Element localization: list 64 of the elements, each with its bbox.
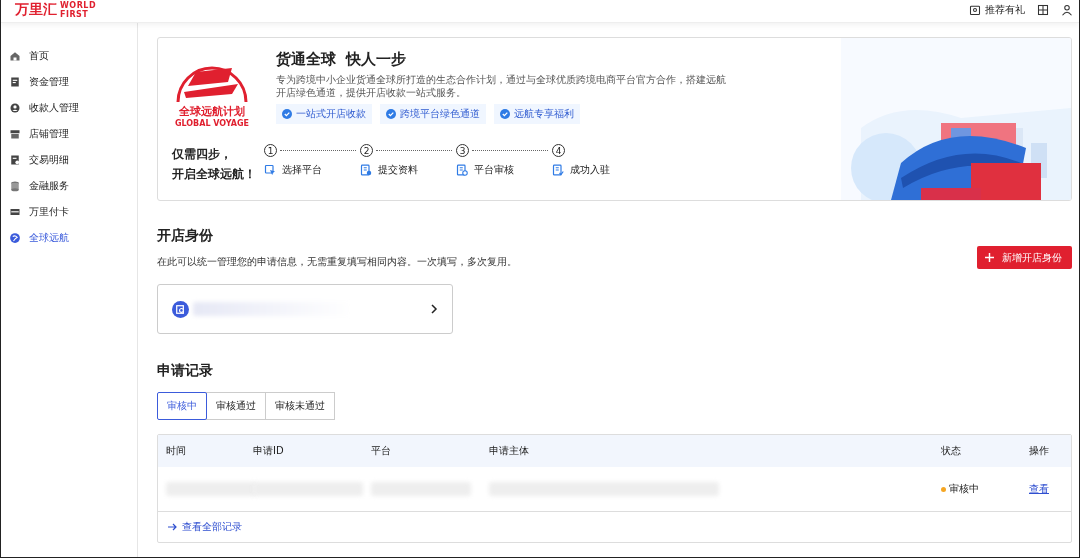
user-icon bbox=[1061, 4, 1073, 16]
step-label: 平台审核 bbox=[474, 163, 514, 177]
sidebar-item[interactable]: 收款人管理 bbox=[1, 95, 137, 121]
logo-subtitle: GLOBAL VOYAGE bbox=[173, 119, 251, 128]
user-icon bbox=[9, 102, 21, 114]
brand-subtitle: FIRST bbox=[60, 10, 90, 19]
check-icon bbox=[386, 109, 396, 119]
column-header: 状态 bbox=[941, 444, 962, 458]
sidebar-item[interactable]: 交易明细 bbox=[1, 147, 137, 173]
view-link[interactable]: 查看 bbox=[1029, 482, 1063, 496]
identity-card[interactable] bbox=[157, 284, 453, 334]
sidebar-item[interactable]: 万里付卡 bbox=[1, 199, 137, 225]
section-title: 开店身份 bbox=[157, 227, 214, 245]
filter-tab[interactable]: 审核中 bbox=[157, 392, 207, 420]
feature-tag: 远航专享福利 bbox=[494, 104, 580, 124]
card-icon bbox=[9, 206, 21, 218]
document-icon bbox=[456, 164, 468, 176]
banner-title: 货通全球 bbox=[276, 50, 336, 69]
steps-intro: 开启全球远航！ bbox=[172, 166, 257, 183]
column-header: 平台 bbox=[371, 444, 392, 458]
referral-button[interactable]: 推荐有礼 bbox=[969, 3, 1025, 17]
column-header: 时间 bbox=[166, 444, 187, 458]
column-header: 申请主体 bbox=[489, 444, 530, 458]
grid-icon bbox=[1037, 4, 1049, 16]
filter-tab[interactable]: 审核通过 bbox=[206, 392, 266, 420]
check-icon bbox=[282, 109, 292, 119]
brand-logo-text: 万里汇 bbox=[15, 1, 57, 17]
filter-tab[interactable]: 审核未通过 bbox=[265, 392, 335, 420]
column-header: 操作 bbox=[1029, 444, 1050, 458]
banner-title: 快人一步 bbox=[346, 50, 406, 69]
step-label: 提交资料 bbox=[378, 163, 418, 177]
status-text: 审核中 bbox=[941, 482, 1029, 496]
cursor-icon bbox=[264, 164, 276, 176]
steps-intro: 仅需四步， bbox=[172, 146, 233, 163]
feature-tag: 一站式开店收款 bbox=[276, 104, 372, 124]
logo-title: 全球远航计划 bbox=[178, 104, 246, 119]
home-icon bbox=[9, 50, 21, 62]
coins-icon bbox=[9, 180, 21, 192]
sidebar-item[interactable]: 店铺管理 bbox=[1, 121, 137, 147]
check-icon bbox=[500, 109, 510, 119]
identity-icon bbox=[172, 300, 189, 318]
step-label: 成功入驻 bbox=[570, 163, 610, 177]
section-title: 申请记录 bbox=[157, 362, 214, 380]
add-identity-button[interactable]: 新增开店身份 bbox=[977, 246, 1072, 269]
column-header: 申请ID bbox=[253, 444, 285, 458]
document-check-icon bbox=[552, 164, 564, 176]
step-label: 选择平台 bbox=[282, 163, 322, 177]
sidebar-item[interactable]: 资金管理 bbox=[1, 69, 137, 95]
banner-description: 专为跨境中小企业货通全球所打造的生态合作计划，通过与全球优质跨境电商平台官方合作，搭建远航开店绿色通道，提供开店收款一站式服务。 bbox=[276, 73, 726, 99]
plus-icon bbox=[985, 253, 994, 262]
document-icon bbox=[9, 76, 21, 88]
section-description: 在此可以统一管理您的申请信息，无需重复填写相同内容。一次填写，多次复用。 bbox=[157, 255, 517, 269]
brand-subtitle: WORLD bbox=[60, 1, 97, 10]
document-icon bbox=[9, 154, 21, 166]
globe-icon bbox=[9, 232, 21, 244]
view-all-link[interactable]: 查看全部记录 bbox=[182, 520, 242, 534]
sidebar-item[interactable]: 首页 bbox=[1, 43, 137, 69]
shop-icon bbox=[9, 128, 21, 140]
chevron-right-icon bbox=[430, 304, 438, 314]
arrow-right-icon bbox=[168, 523, 177, 531]
feature-tag: 跨境平台绿色通道 bbox=[380, 104, 486, 124]
document-icon bbox=[360, 164, 372, 176]
sidebar-item[interactable]: 全球远航 bbox=[1, 225, 137, 251]
sidebar-item[interactable]: 金融服务 bbox=[1, 173, 137, 199]
